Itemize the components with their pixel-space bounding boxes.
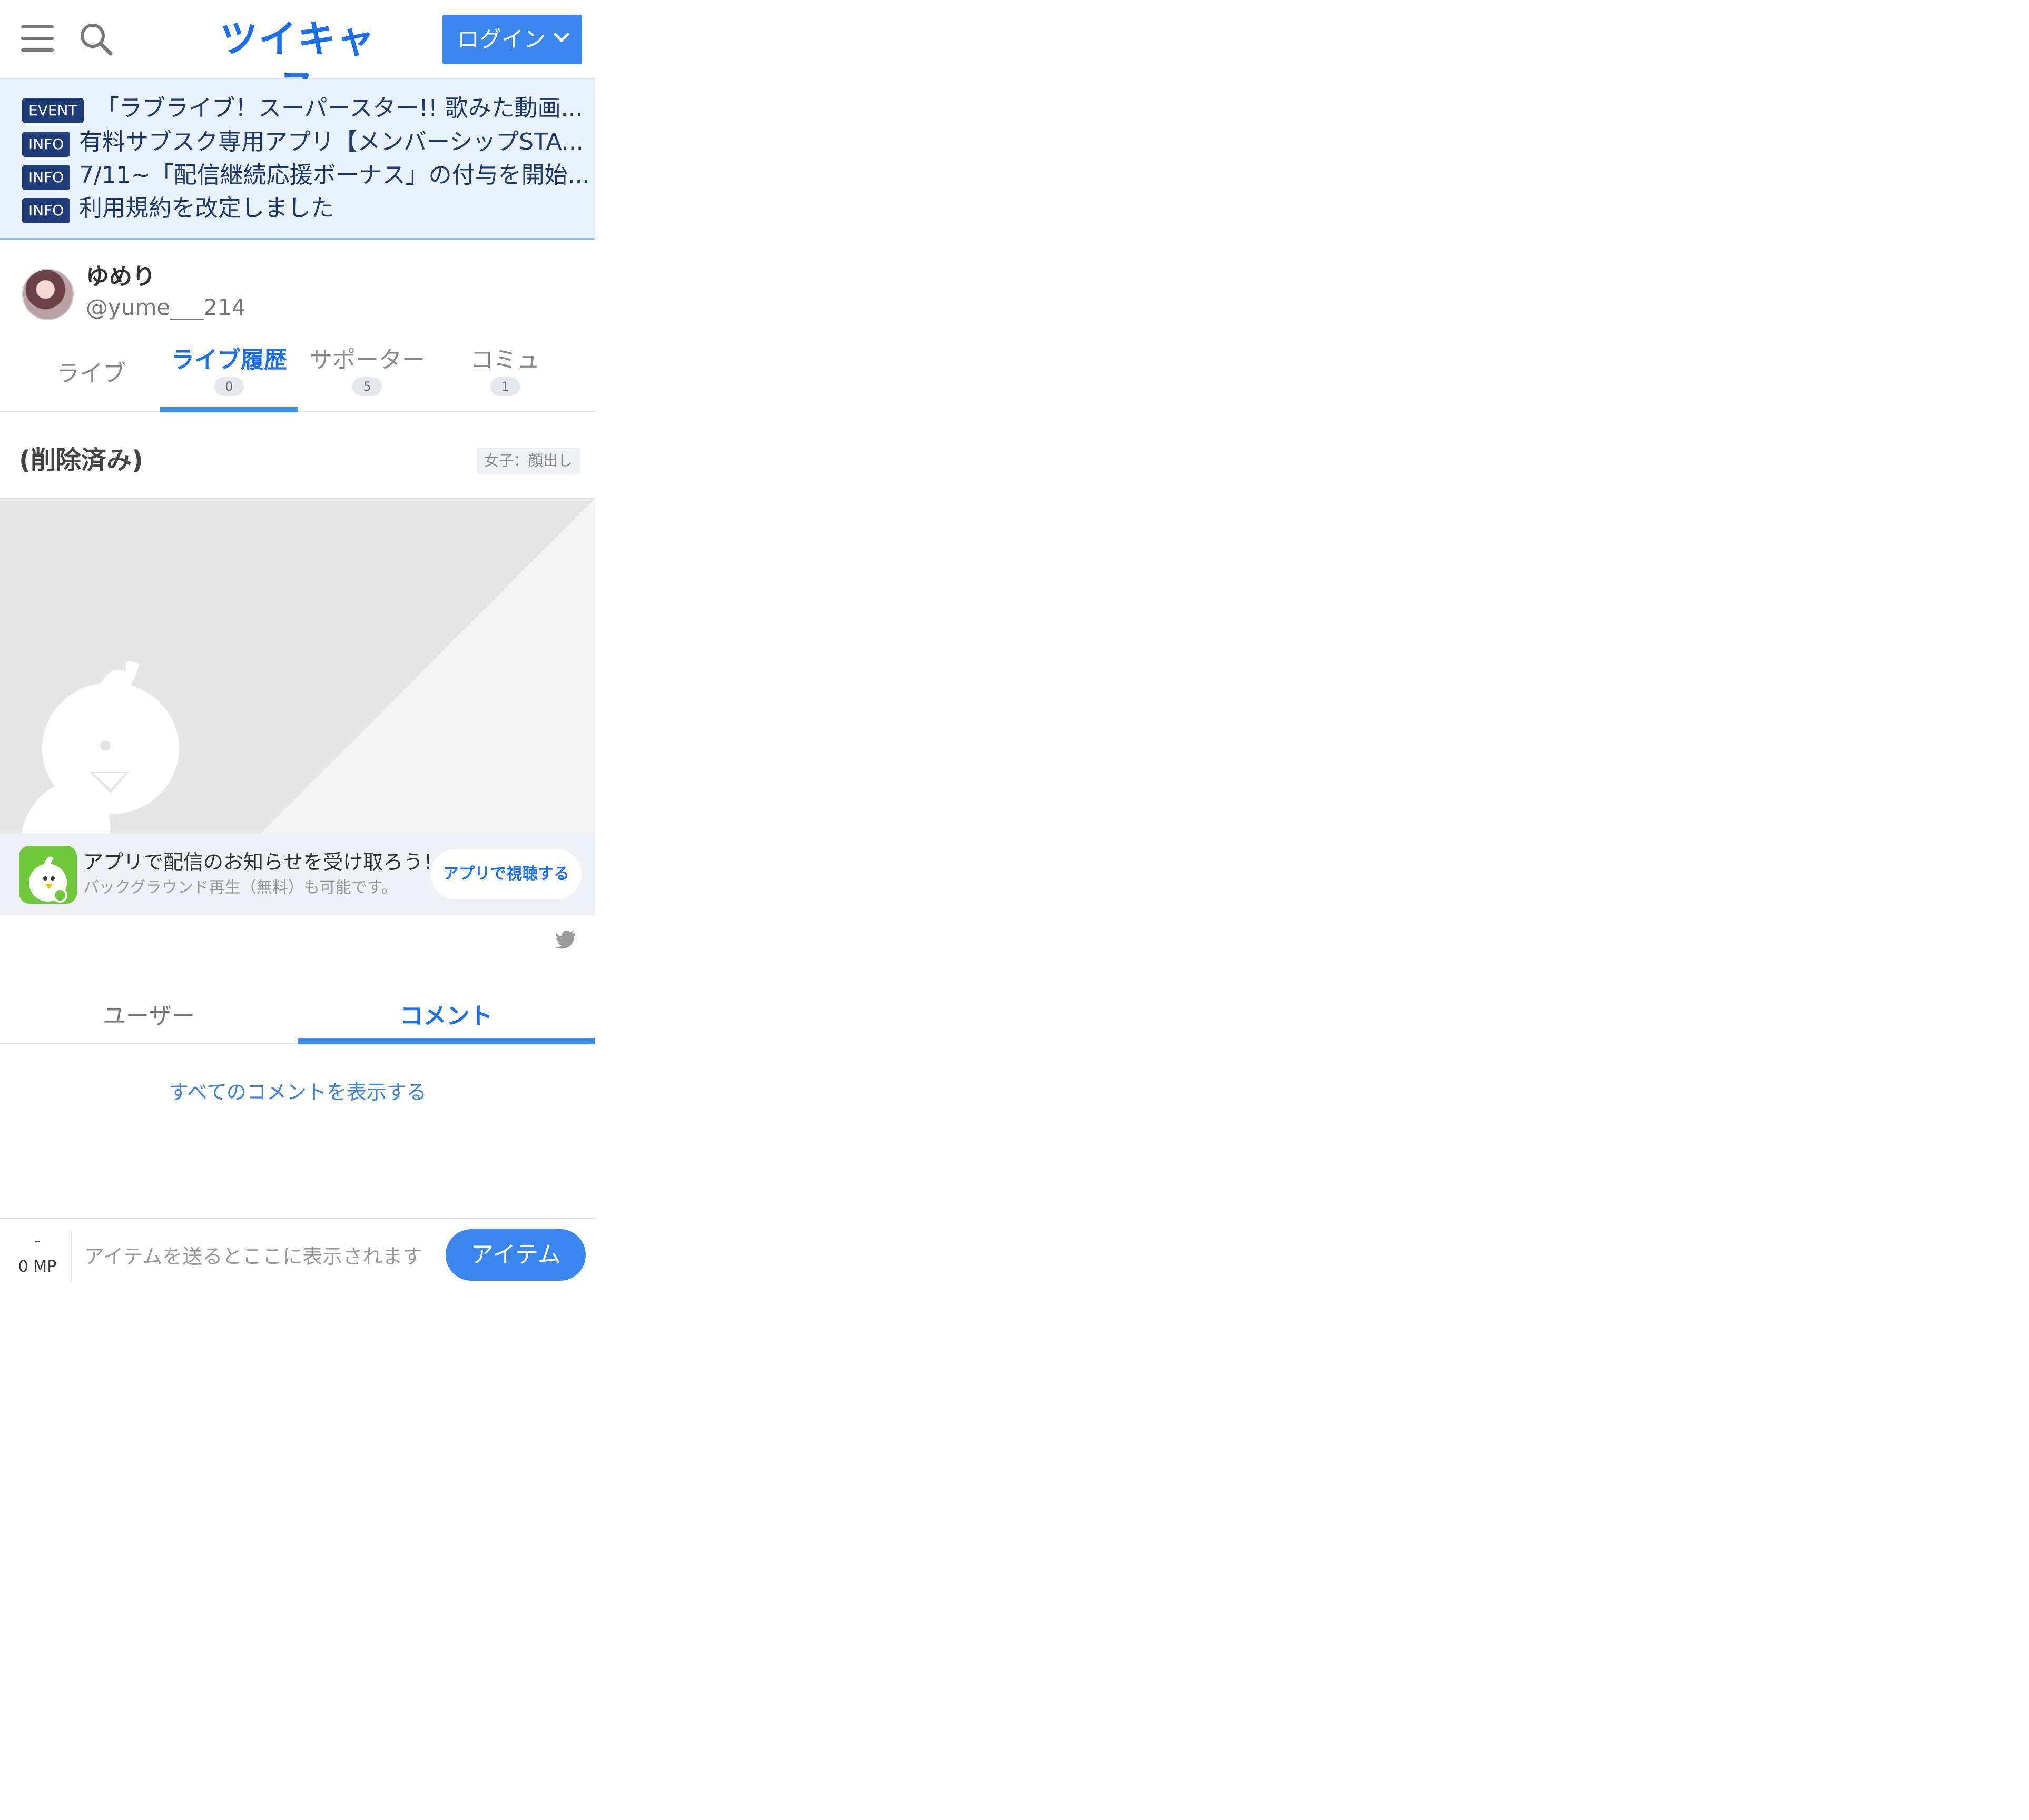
tab-live[interactable]: ライブ (22, 332, 160, 411)
tab-label: コメント (400, 1003, 493, 1030)
tab-supporters[interactable]: サポーター 5 (298, 332, 436, 411)
news-list: EVENT 「ラブライブ！スーパースター!! 歌みた動画... INFO 有料サ… (0, 79, 595, 240)
news-text: 7/11~「配信継続応援ボーナス」の付与を開始... (79, 162, 590, 189)
news-item[interactable]: INFO 7/11~「配信継続応援ボーナス」の付与を開始... (22, 160, 591, 191)
open-in-app-button[interactable]: アプリで視聴する (431, 849, 582, 899)
item-message-input[interactable] (79, 1229, 427, 1284)
news-text: 利用規約を改定しました (79, 195, 334, 222)
mascot-placeholder-image (0, 498, 595, 833)
login-button[interactable]: ログイン (442, 15, 582, 64)
banner-title: アプリで配信のお知らせを受け取ろう！ (83, 850, 444, 874)
avatar[interactable] (22, 269, 74, 320)
tab-label: コミュ (470, 347, 540, 373)
tab-users[interactable]: ユーザー (0, 990, 298, 1043)
twitter-share-icon[interactable] (555, 930, 576, 949)
user-handle: @yume___214 (86, 294, 246, 320)
news-item[interactable]: EVENT 「ラブライブ！スーパースター!! 歌みた動画... (22, 93, 591, 124)
user-name[interactable]: ゆめり (86, 262, 155, 292)
mp-value: 0 MP (18, 1258, 57, 1276)
tab-label: ライブ (56, 360, 126, 387)
item-button[interactable]: アイテム (446, 1229, 586, 1281)
news-badge: INFO (22, 165, 71, 190)
tab-count: 0 (214, 377, 244, 396)
divider (71, 1231, 72, 1282)
active-tab-indicator (298, 1038, 595, 1044)
comment-tabs: ユーザー コメント (0, 990, 595, 1044)
category-tag[interactable]: 女子：顔出し (477, 448, 580, 474)
video-thumbnail[interactable] (0, 498, 595, 833)
news-badge: EVENT (22, 98, 84, 123)
news-item[interactable]: INFO 有料サブスク専用アプリ【メンバーシップSTA... (22, 126, 591, 158)
site-logo[interactable]: ツイキャス (208, 15, 387, 110)
profile-tabs: ライブ ライブ履歴 0 サポーター 5 コミュ 1 (0, 332, 595, 412)
tab-label: ライブ履歴 (171, 347, 287, 373)
tab-comments[interactable]: コメント (298, 990, 595, 1044)
top-header: ツイキャス ログイン (0, 0, 595, 110)
tab-count: 5 (352, 377, 382, 396)
tab-community[interactable]: コミュ 1 (436, 332, 574, 411)
chevron-down-icon (554, 33, 569, 42)
show-all-comments-link[interactable]: すべてのコメントを表示する (0, 1076, 595, 1108)
tab-live-history[interactable]: ライブ履歴 0 (160, 332, 298, 412)
tab-label: サポーター (309, 347, 425, 373)
tab-count: 1 (490, 377, 520, 396)
news-text: 「ラブライブ！スーパースター!! 歌みた動画... (96, 95, 583, 122)
news-item[interactable]: INFO 利用規約を改定しました (22, 193, 591, 224)
tab-label: ユーザー (102, 1003, 195, 1030)
mp-dash: - (34, 1230, 41, 1251)
banner-subtitle: バックグラウンド再生（無料）も可能です。 (83, 878, 397, 897)
item-bar: - 0 MP アイテム (0, 1218, 595, 1297)
news-badge: INFO (22, 132, 71, 157)
app-promo-banner: アプリで配信のお知らせを受け取ろう！ バックグラウンド再生（無料）も可能です。 … (0, 833, 595, 915)
news-text: 有料サブスク専用アプリ【メンバーシップSTA... (79, 128, 584, 155)
twitcasting-app-icon[interactable] (19, 846, 77, 904)
active-tab-indicator (160, 407, 298, 412)
search-icon[interactable] (78, 21, 115, 58)
login-button-label: ログイン (457, 26, 546, 52)
live-title: (削除済み) (19, 446, 143, 475)
page-frame: ツイキャス ログイン EVENT 「ラブライブ！スーパースター!! 歌みた動画.… (0, 0, 595, 1820)
hamburger-menu-icon[interactable] (21, 25, 55, 53)
news-badge: INFO (22, 198, 71, 223)
